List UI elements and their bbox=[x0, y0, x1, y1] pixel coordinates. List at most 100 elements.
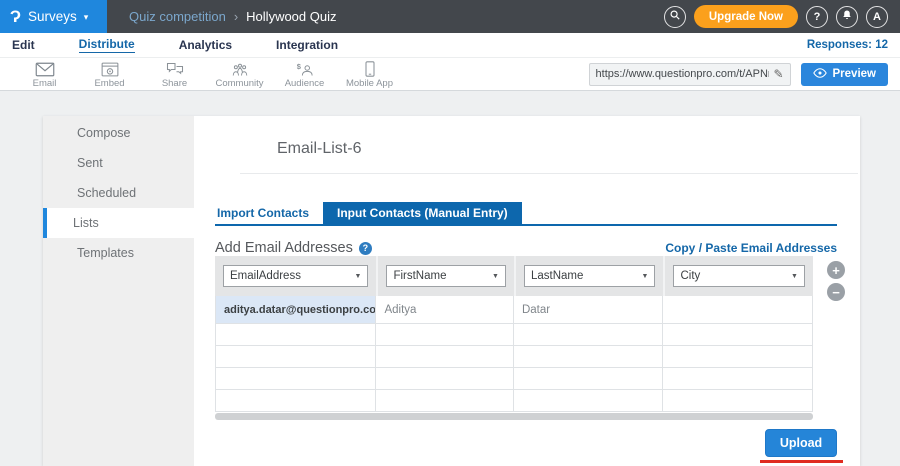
table-row bbox=[215, 346, 813, 368]
breadcrumb-separator-icon: › bbox=[234, 9, 238, 24]
toolbar-item-label: Community bbox=[215, 78, 263, 89]
column-header: LastName ▼ bbox=[514, 256, 664, 296]
remove-row-button[interactable]: − bbox=[827, 283, 845, 301]
cell-lastname[interactable] bbox=[514, 346, 664, 368]
sidebar-item-sent[interactable]: Sent bbox=[43, 148, 194, 178]
column-select-emailaddress[interactable]: EmailAddress ▼ bbox=[223, 265, 368, 287]
sidebar-item-templates[interactable]: Templates bbox=[43, 238, 194, 268]
cell-city[interactable] bbox=[663, 324, 813, 346]
sidebar-item-compose[interactable]: Compose bbox=[43, 118, 194, 148]
upload-button[interactable]: Upload bbox=[765, 429, 837, 457]
horizontal-scrollbar[interactable] bbox=[215, 413, 813, 420]
column-select-lastname[interactable]: LastName ▼ bbox=[524, 265, 656, 287]
chat-bubbles-icon bbox=[166, 62, 184, 77]
sidebar-item-lists[interactable]: Lists bbox=[43, 208, 194, 238]
toolbar-item-label: Mobile App bbox=[346, 78, 393, 89]
tab-import-contacts[interactable]: Import Contacts bbox=[215, 202, 323, 224]
contacts-table: EmailAddress ▼ FirstName ▼ LastName bbox=[215, 256, 813, 412]
cell-firstname[interactable]: Aditya bbox=[376, 296, 514, 324]
preview-label: Preview bbox=[833, 68, 876, 80]
column-header: EmailAddress ▼ bbox=[215, 256, 376, 296]
embed-window-icon bbox=[101, 62, 119, 77]
bell-icon bbox=[841, 9, 853, 24]
toolbar-item-share[interactable]: Share bbox=[142, 60, 207, 89]
toolbar-item-label: Share bbox=[162, 78, 187, 89]
top-header: Ɂ Surveys ▾ Quiz competition › Hollywood… bbox=[0, 0, 900, 33]
email-sidebar: Compose Sent Scheduled Lists Templates bbox=[43, 116, 194, 466]
upgrade-now-button[interactable]: Upgrade Now bbox=[694, 5, 798, 28]
dropdown-arrow-icon: ▼ bbox=[791, 273, 798, 280]
cell-city[interactable] bbox=[663, 346, 813, 368]
edit-pencil-icon[interactable]: ✎ bbox=[773, 67, 783, 81]
breadcrumb-current: Hollywood Quiz bbox=[246, 9, 336, 24]
mobile-phone-icon bbox=[364, 61, 376, 77]
search-button[interactable] bbox=[664, 6, 686, 28]
responses-count[interactable]: Responses: 12 bbox=[807, 39, 888, 51]
preview-button[interactable]: Preview bbox=[801, 63, 888, 86]
cell-email[interactable] bbox=[215, 390, 376, 412]
survey-url-box[interactable]: https://www.questionpro.com/t/APNrFZ ✎ bbox=[589, 63, 791, 86]
help-button[interactable]: ? bbox=[806, 6, 828, 28]
dropdown-arrow-icon: ▼ bbox=[355, 273, 362, 280]
add-emails-header: Add Email Addresses ? Copy / Paste Email… bbox=[215, 240, 837, 256]
row-add-remove-controls: + − bbox=[827, 261, 845, 301]
page-title: Email-List-6 bbox=[277, 140, 361, 158]
table-header-row: EmailAddress ▼ FirstName ▼ LastName bbox=[215, 256, 813, 296]
cell-firstname[interactable] bbox=[376, 346, 514, 368]
toolbar-item-mobile-app[interactable]: Mobile App bbox=[337, 59, 402, 89]
cell-lastname[interactable] bbox=[514, 390, 664, 412]
cell-firstname[interactable] bbox=[376, 324, 514, 346]
column-select-firstname[interactable]: FirstName ▼ bbox=[386, 265, 506, 287]
help-tooltip-icon[interactable]: ? bbox=[359, 242, 372, 255]
add-row-button[interactable]: + bbox=[827, 261, 845, 279]
breadcrumb: Quiz competition › Hollywood Quiz bbox=[129, 9, 337, 24]
tab-input-contacts-manual[interactable]: Input Contacts (Manual Entry) bbox=[323, 202, 522, 224]
cell-email[interactable] bbox=[215, 324, 376, 346]
cell-lastname[interactable]: Datar bbox=[514, 296, 664, 324]
toolbar-item-label: Email bbox=[33, 78, 57, 89]
cell-firstname[interactable] bbox=[376, 368, 514, 390]
column-select-city[interactable]: City ▼ bbox=[673, 265, 805, 287]
toolbar-item-label: Embed bbox=[94, 78, 124, 89]
toolbar-item-community[interactable]: Community bbox=[207, 60, 272, 89]
survey-nav: Edit Distribute Analytics Integration Re… bbox=[0, 33, 900, 57]
product-switcher[interactable]: Ɂ Surveys ▾ bbox=[0, 0, 107, 33]
toolbar-item-label: Audience bbox=[285, 78, 325, 89]
questionpro-logo-icon: Ɂ bbox=[10, 8, 21, 25]
nav-item-integration[interactable]: Integration bbox=[276, 38, 338, 52]
cell-email[interactable]: aditya.datar@questionpro.com bbox=[215, 296, 376, 324]
product-name: Surveys bbox=[28, 9, 77, 24]
nav-item-edit[interactable]: Edit bbox=[12, 38, 35, 52]
page: Ɂ Surveys ▾ Quiz competition › Hollywood… bbox=[0, 0, 900, 466]
cell-city[interactable] bbox=[663, 368, 813, 390]
survey-url-value[interactable]: https://www.questionpro.com/t/APNrFZ bbox=[596, 68, 770, 80]
share-toolbar: Email Embed Share Community $ Audience bbox=[0, 57, 900, 91]
contacts-tabs: Import Contacts Input Contacts (Manual E… bbox=[215, 202, 522, 224]
cell-lastname[interactable] bbox=[514, 324, 664, 346]
cell-email[interactable] bbox=[215, 368, 376, 390]
toolbar-item-audience[interactable]: $ Audience bbox=[272, 60, 337, 89]
table-row bbox=[215, 368, 813, 390]
sidebar-item-scheduled[interactable]: Scheduled bbox=[43, 178, 194, 208]
column-header: FirstName ▼ bbox=[376, 256, 514, 296]
avatar[interactable]: A bbox=[866, 6, 888, 28]
toolbar-item-email[interactable]: Email bbox=[12, 60, 77, 89]
nav-item-distribute[interactable]: Distribute bbox=[79, 37, 135, 53]
nav-item-analytics[interactable]: Analytics bbox=[179, 38, 232, 52]
cell-lastname[interactable] bbox=[514, 368, 664, 390]
notifications-button[interactable] bbox=[836, 6, 858, 28]
distribute-card: Compose Sent Scheduled Lists Templates E… bbox=[43, 116, 860, 466]
dropdown-arrow-icon: ▼ bbox=[642, 273, 649, 280]
breadcrumb-parent[interactable]: Quiz competition bbox=[129, 9, 226, 24]
copy-paste-link[interactable]: Copy / Paste Email Addresses bbox=[665, 241, 837, 255]
envelope-icon bbox=[35, 62, 55, 77]
cell-firstname[interactable] bbox=[376, 390, 514, 412]
search-icon bbox=[669, 9, 681, 24]
tab-underline bbox=[215, 224, 837, 226]
toolbar-item-embed[interactable]: Embed bbox=[77, 60, 142, 89]
cell-city[interactable] bbox=[663, 296, 813, 324]
eye-icon bbox=[813, 68, 827, 81]
cell-email[interactable] bbox=[215, 346, 376, 368]
cell-city[interactable] bbox=[663, 390, 813, 412]
annotation-red-underline bbox=[760, 460, 843, 463]
